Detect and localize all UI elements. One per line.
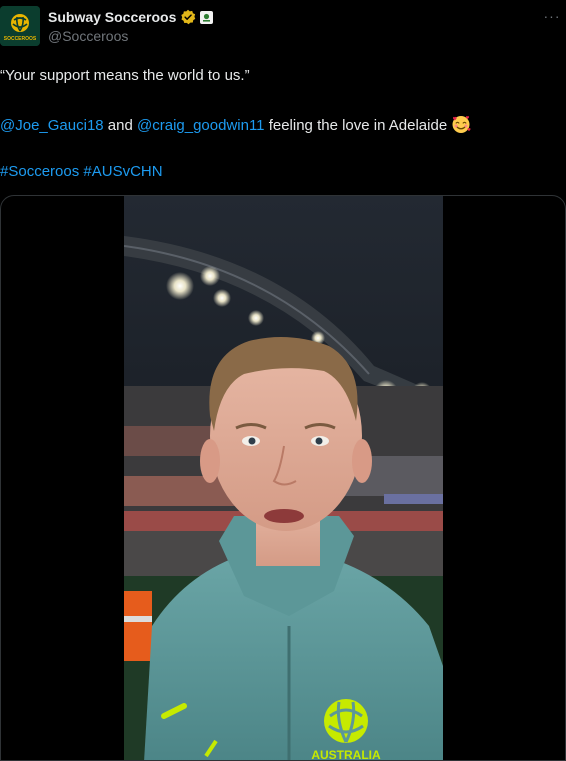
verified-badge-icon[interactable]	[180, 9, 196, 25]
hashtag-link-socceroos[interactable]: #Socceroos	[0, 163, 79, 180]
love-text: feeling the love in Adelaide	[264, 117, 452, 134]
socceroos-logo-icon: SOCCEROOS	[0, 6, 40, 46]
tweet-quote-line: “Your support means the world to us.”	[0, 67, 250, 84]
video-media[interactable]: AUSTRALIA	[0, 195, 566, 761]
video-frame: AUSTRALIA	[124, 196, 443, 761]
author-handle[interactable]: @Socceroos	[48, 28, 128, 44]
and-text: and	[103, 117, 137, 134]
svg-text:SOCCEROOS: SOCCEROOS	[4, 36, 37, 42]
author-name-row: Subway Socceroos	[48, 8, 214, 26]
mention-link-craig-goodwin[interactable]: @craig_goodwin11	[137, 117, 265, 134]
smiling-face-with-hearts-icon	[452, 116, 471, 133]
mention-link-joe-gauci[interactable]: @Joe_Gauci18	[0, 117, 104, 134]
ellipsis-icon: ···	[543, 8, 561, 24]
hashtag-link-ausvchn[interactable]: #AUSvCHN	[83, 163, 162, 180]
avatar[interactable]: SOCCEROOS	[0, 6, 40, 46]
author-display-name[interactable]: Subway Socceroos	[48, 9, 176, 25]
tweet: SOCCEROOS Subway Socceroos @Socceroos ··…	[0, 0, 566, 761]
svg-text:AUSTRALIA: AUSTRALIA	[311, 748, 381, 761]
tweet-hashtags-line: #Socceroos #AUSvCHN	[0, 162, 163, 182]
tweet-mentions-line: @Joe_Gauci18 and @craig_goodwin11 feelin…	[0, 114, 471, 136]
video-still-image: AUSTRALIA	[124, 196, 443, 761]
affiliation-badge-icon[interactable]	[200, 10, 214, 24]
more-options-button[interactable]: ···	[542, 6, 562, 26]
